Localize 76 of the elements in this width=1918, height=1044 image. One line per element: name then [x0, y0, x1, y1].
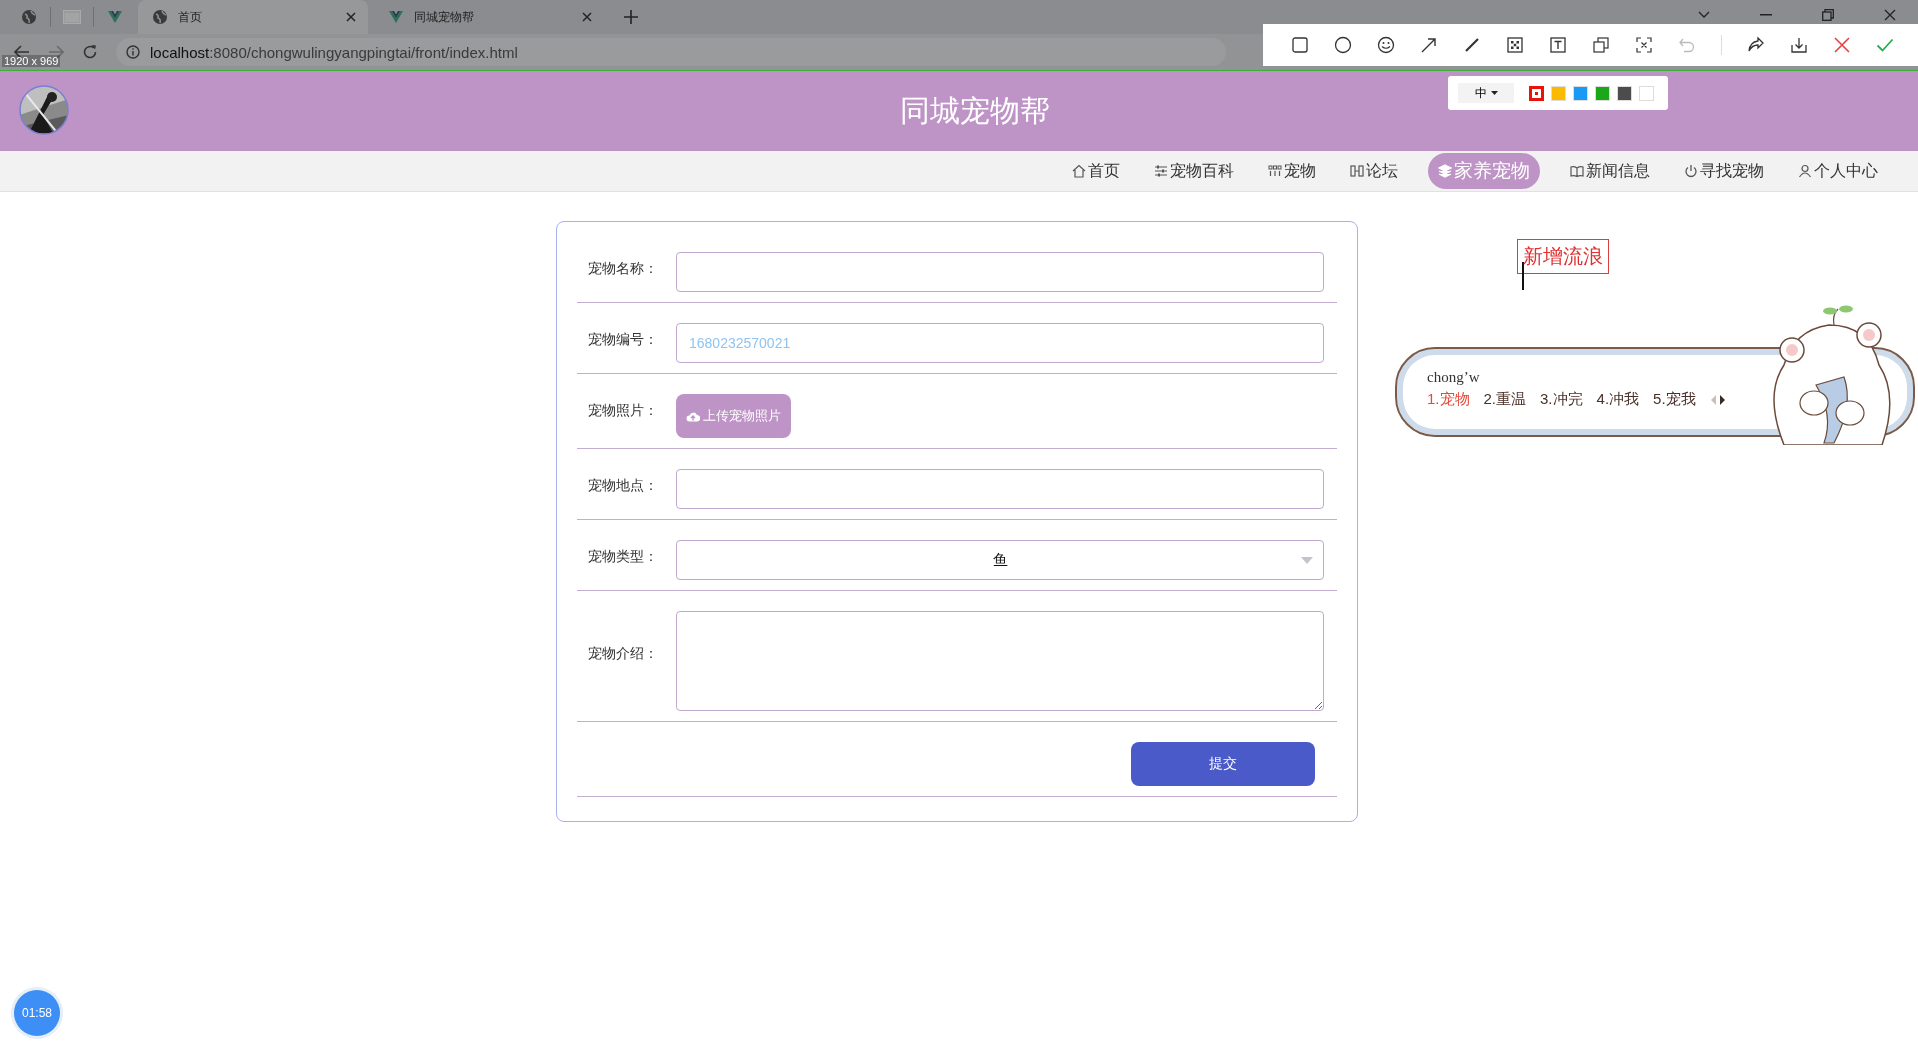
close-icon[interactable] [1884, 9, 1896, 21]
field-label: 宠物介绍： [587, 644, 659, 663]
power-icon [1684, 164, 1698, 178]
nav-link[interactable]: 寻找宠物 [1680, 153, 1768, 189]
select-value: 鱼 [992, 550, 1008, 570]
page-arrows-icon[interactable] [1709, 393, 1726, 406]
reload-icon[interactable] [82, 44, 98, 60]
v-logo-icon[interactable] [107, 9, 123, 25]
site-title: 同城宠物帮 [900, 92, 1050, 129]
font-size-dropdown[interactable]: 中 [1458, 83, 1514, 103]
columns-icon [1350, 164, 1364, 178]
field-label: 宠物编号： [587, 330, 659, 349]
submit-button[interactable]: 提交 [1131, 742, 1315, 786]
home-icon [1072, 164, 1086, 178]
new-tab-icon[interactable] [624, 10, 638, 24]
text-annotation[interactable]: 新增流浪 [1517, 239, 1609, 274]
tab-title: 首页 [178, 8, 203, 26]
restore-icon[interactable] [1822, 9, 1834, 21]
input-field[interactable] [676, 252, 1324, 292]
smiley-icon[interactable] [1377, 36, 1395, 54]
scan-icon[interactable] [1635, 36, 1653, 54]
check-icon[interactable] [1876, 36, 1894, 54]
mosaic-icon[interactable] [1506, 36, 1524, 54]
text-cursor [1522, 262, 1524, 290]
nav-link[interactable]: 个人中心 [1794, 153, 1882, 189]
layers-icon [1438, 164, 1452, 178]
forward-icon[interactable] [48, 45, 64, 59]
url-text: localhost:8080/chongwulingyangpingtai/front/index.html [150, 43, 518, 61]
input-field[interactable] [676, 469, 1324, 509]
field-label: 宠物地点： [587, 476, 659, 495]
field-label: 宠物名称： [587, 259, 659, 278]
timer-badge: 01:58 [14, 990, 60, 1036]
download-icon[interactable] [1790, 36, 1808, 54]
globe-icon [152, 9, 168, 25]
candidate[interactable]: 3.冲完 [1540, 390, 1583, 409]
field-label: 宠物类型： [587, 547, 659, 566]
nav-link[interactable]: 论坛 [1346, 153, 1402, 189]
nav-link[interactable]: 新闻信息 [1566, 153, 1654, 189]
person-icon [1798, 164, 1812, 178]
v-logo-icon [388, 9, 404, 25]
close-icon[interactable] [582, 12, 592, 22]
text-tool-icon[interactable] [1549, 36, 1567, 54]
field-label: 宠物照片： [587, 401, 659, 420]
caret-icon [1301, 557, 1313, 564]
browser-tab[interactable]: 首页 [138, 0, 368, 34]
cloud-upload-icon [686, 410, 700, 422]
candidate[interactable]: 1.宠物 [1427, 390, 1470, 409]
close-icon[interactable] [1833, 36, 1851, 54]
candidate[interactable]: 2.重温 [1483, 390, 1527, 409]
nav-link[interactable]: 宠物 [1264, 153, 1320, 189]
browser-tab[interactable]: 同城宠物帮 [374, 0, 604, 34]
rectangle-icon[interactable] [1291, 36, 1309, 54]
share-icon[interactable] [1747, 36, 1765, 54]
sliders-icon [1154, 164, 1168, 178]
candidate[interactable]: 5.宠我 [1653, 390, 1696, 409]
grid-icon [1268, 164, 1282, 178]
caret-icon [1490, 91, 1498, 95]
copy-icon[interactable] [1592, 36, 1610, 54]
candidate[interactable]: 4.冲我 [1596, 390, 1640, 409]
chevron-down-icon[interactable] [1698, 11, 1710, 19]
info-icon [126, 45, 140, 59]
nav-link[interactable]: 宠物百科 [1150, 153, 1238, 189]
pencil-icon[interactable] [1463, 36, 1481, 54]
color-swatch[interactable] [1529, 85, 1544, 101]
address-bar[interactable]: localhost:8080/chongwulingyangpingtai/front/index.html [116, 38, 1226, 66]
circle-icon[interactable] [1334, 36, 1352, 54]
size-label: 1920 x 969 [2, 55, 61, 67]
back-icon[interactable] [14, 45, 30, 59]
pinyin-text: chong’w [1427, 369, 1481, 386]
nav-link[interactable]: 首页 [1068, 153, 1124, 189]
close-icon[interactable] [346, 12, 356, 22]
select-field[interactable]: 鱼 [676, 540, 1324, 580]
tab-title: 同城宠物帮 [414, 8, 475, 26]
globe-icon[interactable] [21, 9, 37, 25]
book-icon [1570, 164, 1584, 178]
arrow-icon[interactable] [1420, 36, 1438, 54]
